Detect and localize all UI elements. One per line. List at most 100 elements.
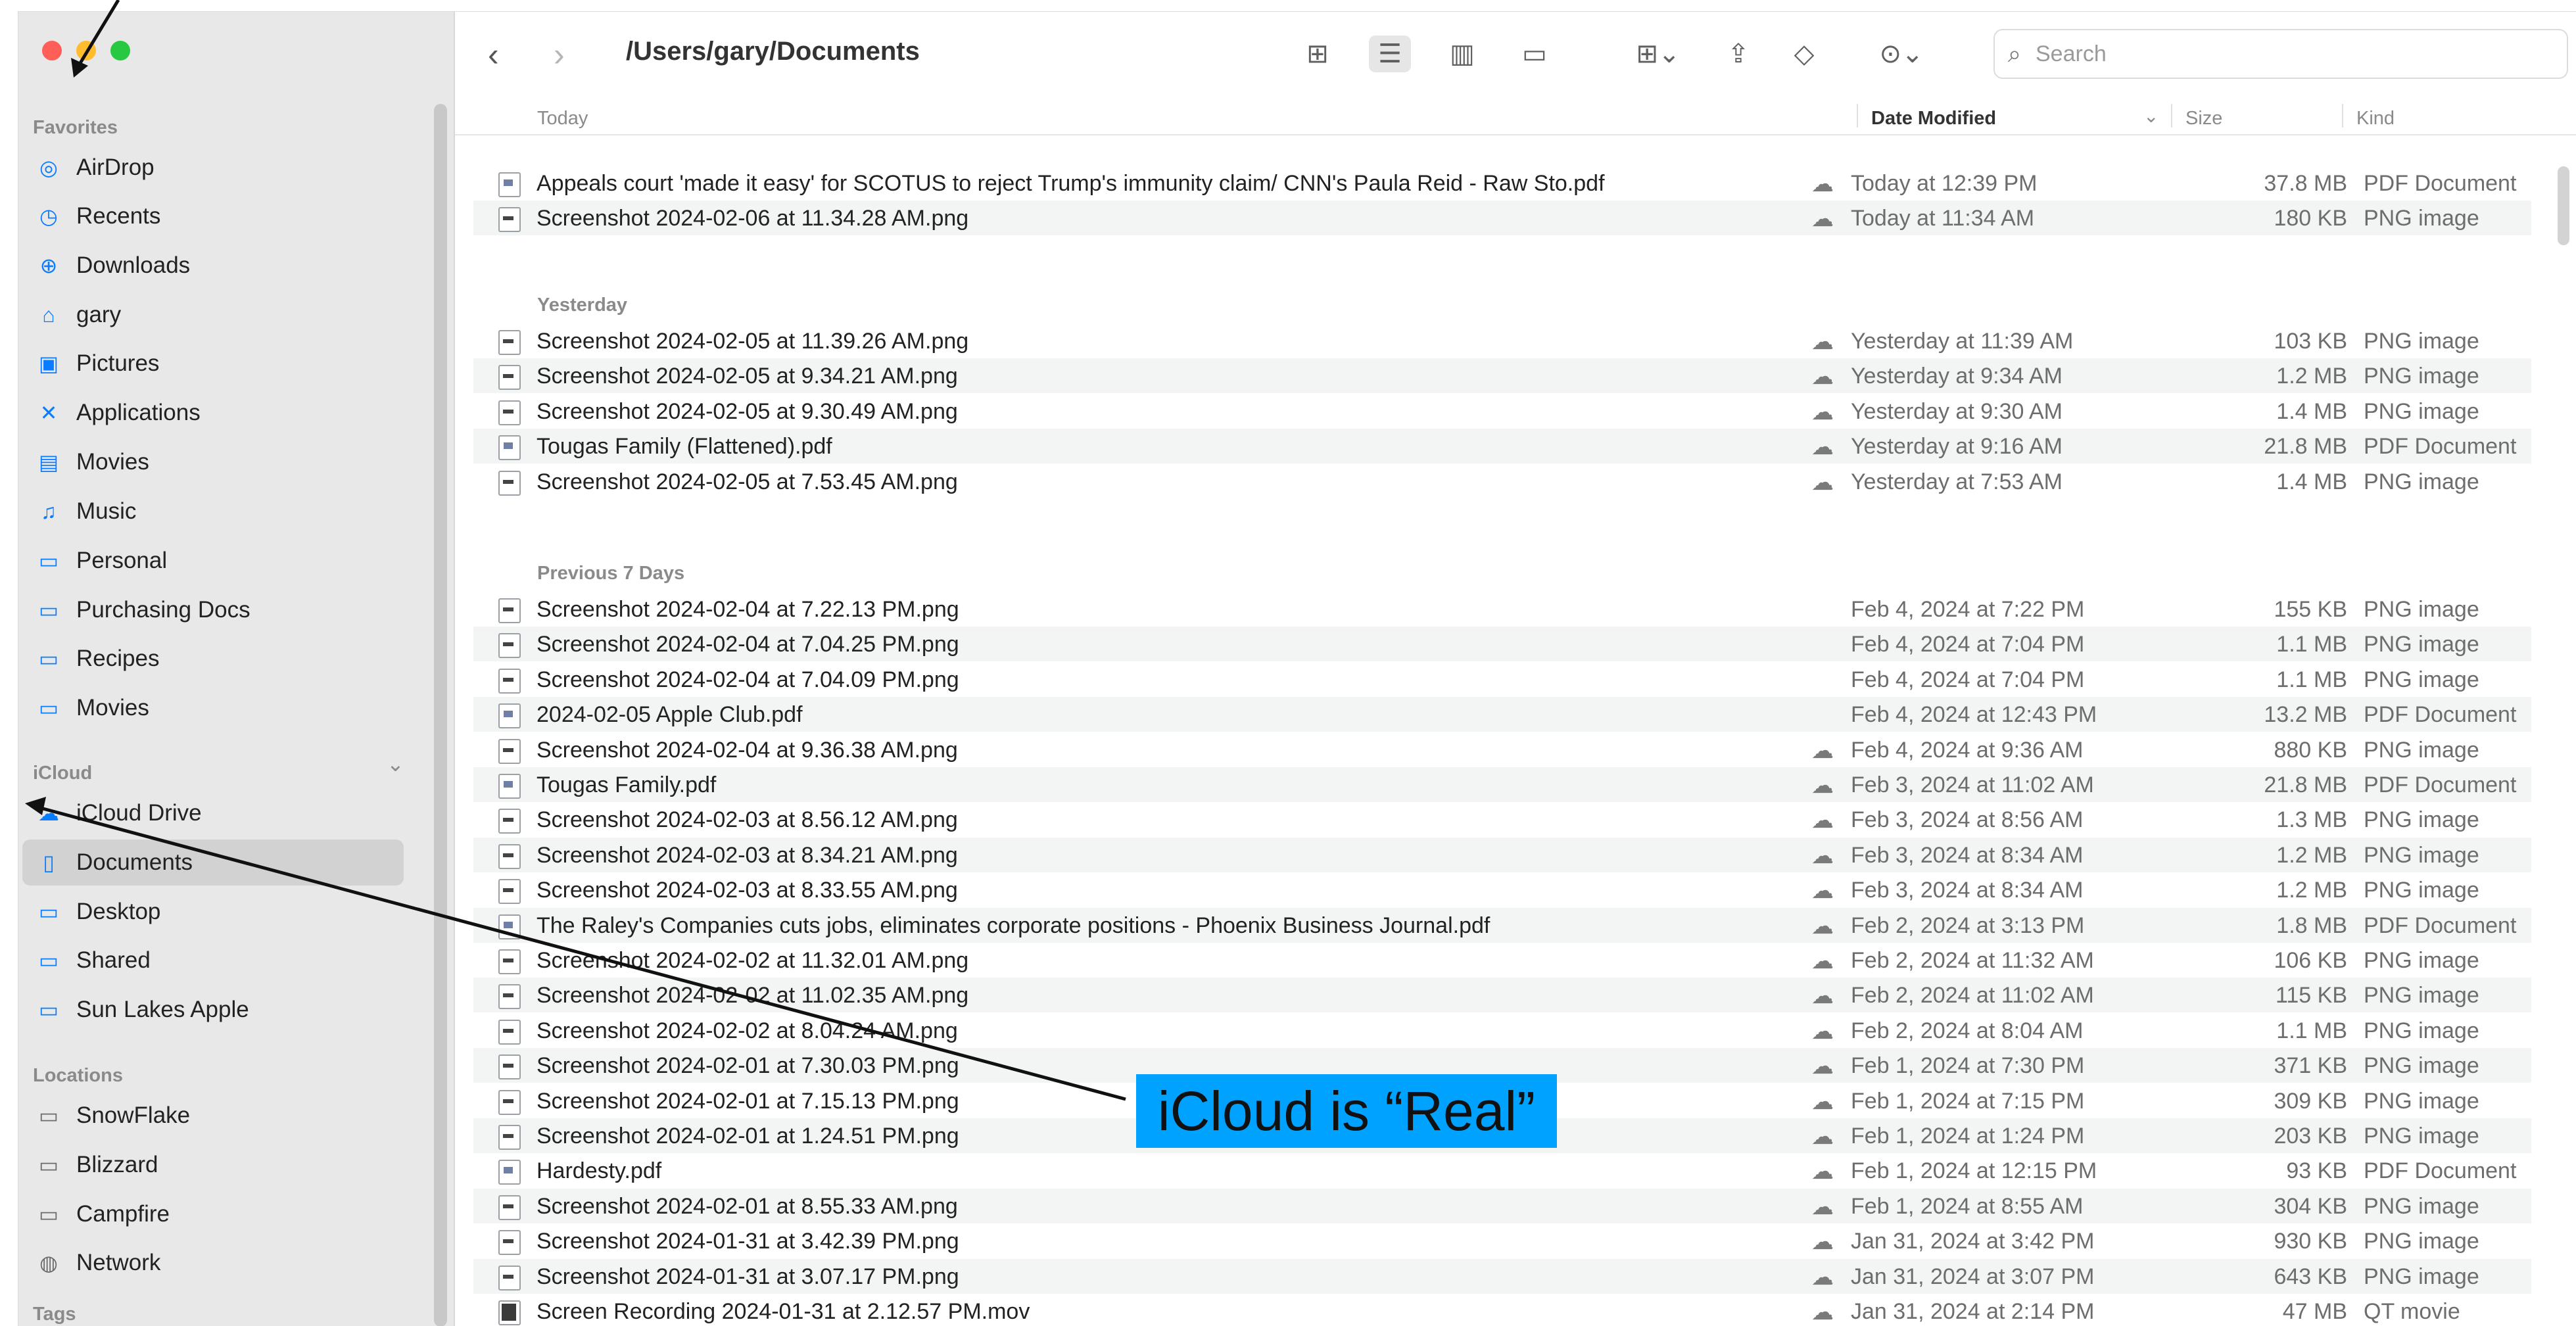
sidebar-item-network[interactable]: ◍ Network [22, 1240, 404, 1286]
sidebar-item-icloud-drive[interactable]: ☁ iCloud Drive [22, 790, 404, 836]
cloud-download-icon[interactable]: ☁ [1811, 206, 1834, 232]
sidebar-item-sun-lakes-apple[interactable]: ▭ Sun Lakes Apple [22, 987, 404, 1033]
file-row[interactable]: Screenshot 2024-02-04 at 7.04.09 PM.png F… [473, 662, 2531, 697]
cloud-download-icon[interactable]: ☁ [1811, 1018, 1834, 1045]
cloud-download-icon[interactable]: ☁ [1811, 1089, 1834, 1115]
sidebar-item-applications[interactable]: ✕ Applications [22, 390, 404, 436]
minimize-window-button[interactable] [76, 41, 96, 60]
file-row[interactable]: Screenshot 2024-02-05 at 7.53.45 AM.png ☁… [473, 464, 2531, 499]
column-view-button[interactable]: ▥ [1441, 36, 1483, 72]
file-row[interactable]: Screenshot 2024-01-31 at 3.07.17 PM.png ☁… [473, 1258, 2531, 1294]
search-input[interactable] [2034, 40, 2537, 68]
sidebar-item-documents[interactable]: ▯ Documents [22, 840, 404, 886]
cloud-download-icon[interactable]: ☁ [1811, 1264, 1834, 1290]
sidebar-scrollbar[interactable] [434, 104, 447, 1326]
cloud-download-icon[interactable]: ☁ [1811, 171, 1834, 197]
cloud-download-icon[interactable]: ☁ [1811, 1229, 1834, 1255]
back-button[interactable]: ‹ [488, 36, 499, 74]
cloud-download-icon[interactable]: ☁ [1811, 948, 1834, 974]
cloud-download-icon[interactable]: ☁ [1811, 1299, 1834, 1325]
sidebar-item-airdrop[interactable]: ◎ AirDrop [22, 145, 404, 191]
file-row[interactable]: The Raley's Companies cuts jobs, elimina… [473, 907, 2531, 943]
sidebar-item-music[interactable]: ♫ Music [22, 488, 404, 534]
file-row[interactable]: Screenshot 2024-02-04 at 7.04.25 PM.png F… [473, 627, 2531, 662]
gallery-view-button[interactable]: ▭ [1514, 36, 1556, 72]
cloud-download-icon[interactable]: ☁ [1811, 434, 1834, 460]
file-row[interactable]: Screenshot 2024-02-02 at 8.04.24 AM.png ☁… [473, 1013, 2531, 1048]
cloud-download-icon[interactable]: ☁ [1811, 1053, 1834, 1079]
file-row[interactable]: Screenshot 2024-02-04 at 7.22.13 PM.png F… [473, 592, 2531, 627]
cloud-download-icon[interactable]: ☁ [1811, 399, 1834, 425]
file-list-scrollbar[interactable] [2558, 166, 2569, 245]
tag-button[interactable]: ◇ [1783, 36, 1825, 72]
group-by-button[interactable]: ⊞⌄ [1625, 36, 1691, 72]
file-row[interactable]: Tougas Family (Flattened).pdf ☁ Yesterday … [473, 429, 2531, 464]
cloud-download-icon[interactable]: ☁ [1811, 1158, 1834, 1185]
icon-view-button[interactable]: ⊞ [1297, 36, 1339, 72]
sidebar-item-personal[interactable]: ▭ Personal [22, 538, 404, 584]
file-kind: PNG image [2364, 364, 2479, 389]
column-divider[interactable] [2171, 104, 2172, 128]
list-view-button[interactable]: ☰ [1369, 36, 1411, 72]
sidebar-item-movies[interactable]: ▤ Movies [22, 439, 404, 485]
sort-chevron-icon: ⌄ [2143, 106, 2159, 126]
column-divider[interactable] [1857, 104, 1858, 128]
file-row[interactable]: Screenshot 2024-02-01 at 8.55.33 AM.png ☁… [473, 1188, 2531, 1223]
file-row[interactable]: Screenshot 2024-01-31 at 3.42.39 PM.png ☁… [473, 1223, 2531, 1258]
cloud-download-icon[interactable]: ☁ [1811, 843, 1834, 869]
column-divider[interactable] [2342, 104, 2343, 128]
cloud-download-icon[interactable]: ☁ [1811, 807, 1834, 834]
file-row[interactable]: Screenshot 2024-02-05 at 9.34.21 AM.png ☁… [473, 358, 2531, 394]
cloud-download-icon[interactable]: ☁ [1811, 738, 1834, 764]
close-window-button[interactable] [42, 41, 62, 60]
chevron-down-icon[interactable]: ⌄ [387, 751, 404, 776]
file-row[interactable]: Screen Recording 2024-01-31 at 2.12.57 P… [473, 1294, 2531, 1326]
cloud-download-icon[interactable]: ☁ [1811, 913, 1834, 939]
file-size: 155 KB [2274, 597, 2347, 622]
cloud-download-icon[interactable]: ☁ [1811, 364, 1834, 390]
share-button[interactable]: ⇪ [1717, 36, 1759, 72]
sidebar-item-campfire[interactable]: ▭ Campfire [22, 1191, 404, 1237]
sidebar-item-snowflake[interactable]: ▭ SnowFlake [22, 1093, 404, 1139]
column-header-name[interactable]: Today [537, 108, 588, 130]
forward-button[interactable]: › [554, 36, 565, 74]
file-row[interactable]: Screenshot 2024-02-02 at 11.32.01 AM.png… [473, 943, 2531, 978]
sidebar-item-movies-folder[interactable]: ▭ Movies [22, 685, 404, 731]
search-field[interactable]: ⌕ [1993, 29, 2568, 79]
sidebar-item-desktop[interactable]: ▭ Desktop [22, 889, 404, 935]
cloud-download-icon[interactable]: ☁ [1811, 772, 1834, 799]
file-row[interactable]: Screenshot 2024-02-04 at 9.36.38 AM.png ☁… [473, 732, 2531, 767]
folder-icon: ▭ [38, 998, 59, 1022]
sidebar-item-recents[interactable]: ◷ Recents [22, 193, 404, 239]
sidebar-item-blizzard[interactable]: ▭ Blizzard [22, 1142, 404, 1188]
file-row[interactable]: Screenshot 2024-02-03 at 8.34.21 AM.png ☁… [473, 837, 2531, 872]
file-row[interactable]: Screenshot 2024-02-02 at 11.02.35 AM.png… [473, 978, 2531, 1013]
sidebar-item-gary[interactable]: ⌂ gary [22, 292, 404, 338]
column-header-kind[interactable]: Kind [2356, 108, 2395, 130]
file-row[interactable]: Tougas Family.pdf ☁ Feb 3, 2024 at 11:02 A… [473, 767, 2531, 802]
cloud-download-icon[interactable]: ☁ [1811, 469, 1834, 496]
sidebar-item-purchasing-docs[interactable]: ▭ Purchasing Docs [22, 587, 404, 633]
file-row[interactable]: Screenshot 2024-02-06 at 11.34.28 AM.png… [473, 201, 2531, 236]
file-row[interactable]: Screenshot 2024-02-05 at 9.30.49 AM.png ☁… [473, 394, 2531, 429]
sidebar-item-pictures[interactable]: ▣ Pictures [22, 341, 404, 387]
column-header-date-modified[interactable]: Date Modified [1871, 108, 1996, 130]
cloud-download-icon[interactable]: ☁ [1811, 1124, 1834, 1150]
file-row[interactable]: Screenshot 2024-02-03 at 8.33.55 AM.png ☁… [473, 872, 2531, 907]
cloud-download-icon[interactable]: ☁ [1811, 329, 1834, 355]
file-row[interactable]: 2024-02-05 Apple Club.pdf Feb 4, 2024 at … [473, 697, 2531, 732]
column-header-size[interactable]: Size [2185, 108, 2222, 130]
cloud-download-icon[interactable]: ☁ [1811, 1194, 1834, 1220]
file-size: 180 KB [2274, 206, 2347, 231]
file-row[interactable]: Screenshot 2024-02-05 at 11.39.26 AM.png… [473, 323, 2531, 358]
sidebar-item-downloads[interactable]: ⊕ Downloads [22, 243, 404, 289]
file-row[interactable]: Screenshot 2024-02-03 at 8.56.12 AM.png ☁… [473, 802, 2531, 837]
file-row[interactable]: Hardesty.pdf ☁ Feb 1, 2024 at 12:15 PM 93 K… [473, 1153, 2531, 1188]
action-menu-button[interactable]: ⊙⌄ [1869, 36, 1934, 72]
sidebar-item-shared[interactable]: ▭ Shared [22, 937, 404, 983]
cloud-download-icon[interactable]: ☁ [1811, 878, 1834, 904]
cloud-download-icon[interactable]: ☁ [1811, 983, 1834, 1009]
zoom-window-button[interactable] [110, 41, 130, 60]
file-row[interactable]: Appeals court 'made it easy' for SCOTUS … [473, 166, 2531, 201]
sidebar-item-recipes[interactable]: ▭ Recipes [22, 636, 404, 682]
